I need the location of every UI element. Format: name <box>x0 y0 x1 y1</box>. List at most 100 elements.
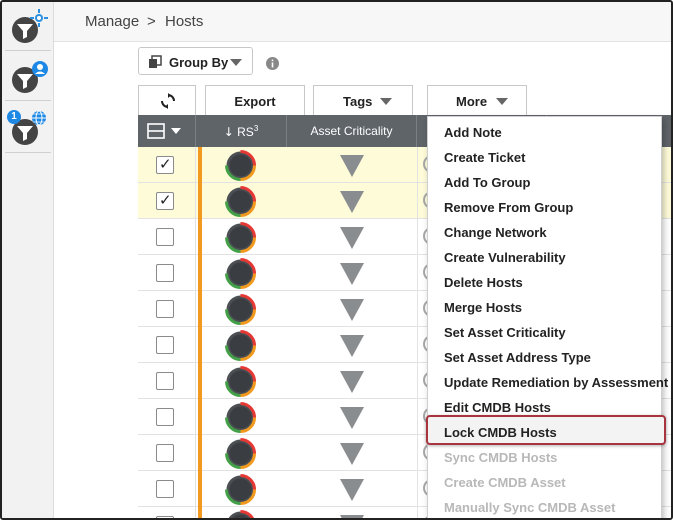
risk-score-badge <box>225 294 256 325</box>
menu-item-sync-cmdb-hosts: Sync CMDB Hosts <box>428 444 661 469</box>
row-checkbox[interactable] <box>156 444 174 462</box>
filter-settings-button[interactable] <box>5 6 51 44</box>
filter-settings-icon <box>12 9 48 43</box>
risk-stripe <box>198 399 202 435</box>
menu-item-add-note[interactable]: Add Note <box>428 119 661 144</box>
sort-desc-icon: ↓ <box>223 125 234 139</box>
row-checkbox[interactable] <box>156 408 174 426</box>
row-select-cell <box>138 327 196 363</box>
risk-stripe <box>198 291 202 327</box>
menu-item-label: Edit CMDB Hosts <box>444 400 551 415</box>
row-select-cell <box>138 435 196 471</box>
breadcrumb-manage[interactable]: Manage <box>85 13 139 30</box>
menu-item-label: Merge Hosts <box>444 300 523 315</box>
menu-item-label: Create Ticket <box>444 150 526 165</box>
row-select-cell <box>138 255 196 291</box>
menu-item-label: Add Note <box>444 125 502 140</box>
menu-item-label: Manually Sync CMDB Asset <box>444 500 616 515</box>
row-checkbox[interactable] <box>156 191 174 210</box>
tags-label: Tags <box>343 94 373 109</box>
row-checkbox[interactable] <box>156 228 174 246</box>
left-rail: 1 <box>2 2 54 518</box>
menu-item-create-ticket[interactable]: Create Ticket <box>428 144 661 169</box>
chevron-down-icon <box>380 98 392 105</box>
row-checkbox[interactable] <box>156 264 174 282</box>
menu-item-create-cmdb-asset: Create CMDB Asset <box>428 469 661 494</box>
asset-criticality-header[interactable]: Asset Criticality <box>287 115 417 147</box>
rs-column-header[interactable]: ↓ RS3 <box>196 115 287 147</box>
menu-item-label: Remove From Group <box>444 200 574 215</box>
menu-item-label: Lock CMDB Hosts <box>444 425 557 440</box>
row-select-cell <box>138 399 196 435</box>
filter-globe-button[interactable]: 1 <box>5 110 51 148</box>
rs-header-sup: 3 <box>253 124 259 133</box>
menu-item-lock-cmdb-hosts[interactable]: Lock CMDB Hosts <box>426 415 666 445</box>
risk-score-badge <box>225 402 256 433</box>
criticality-triangle-icon <box>340 515 364 518</box>
risk-stripe <box>198 471 202 507</box>
menu-item-label: Update Remediation by Assessment <box>444 375 669 390</box>
criticality-triangle-icon <box>340 263 364 285</box>
risk-score-ring-icon <box>225 222 256 253</box>
row-checkbox[interactable] <box>156 336 174 354</box>
export-label: Export <box>234 94 276 109</box>
tags-dropdown-button[interactable]: Tags <box>313 85 413 115</box>
group-by-dropdown[interactable]: Group By <box>138 47 253 75</box>
criticality-triangle-icon <box>340 227 364 249</box>
menu-item-delete-hosts[interactable]: Delete Hosts <box>428 269 661 294</box>
menu-item-label: Set Asset Criticality <box>444 325 566 340</box>
risk-stripe <box>198 255 202 291</box>
select-all-column[interactable] <box>138 115 196 147</box>
risk-score-ring-icon <box>225 366 256 397</box>
more-dropdown-button[interactable]: More <box>427 85 527 115</box>
row-select-cell <box>138 147 196 183</box>
menu-item-remove-from-group[interactable]: Remove From Group <box>428 194 661 219</box>
criticality-triangle-icon <box>340 191 364 213</box>
risk-score-badge <box>225 330 256 361</box>
refresh-button[interactable] <box>138 85 196 115</box>
filter-user-icon <box>12 61 48 93</box>
rail-divider <box>5 152 51 153</box>
rail-divider <box>5 100 51 101</box>
row-checkbox[interactable] <box>156 372 174 390</box>
risk-score-ring-icon <box>225 258 256 289</box>
rail-divider <box>5 50 51 51</box>
risk-score-badge <box>225 258 256 289</box>
rs-header-label: RS <box>237 125 254 139</box>
row-checkbox[interactable] <box>156 516 174 518</box>
row-select-cell <box>138 291 196 327</box>
risk-score-ring-icon <box>225 438 256 469</box>
menu-item-add-to-group[interactable]: Add To Group <box>428 169 661 194</box>
filter-user-button[interactable] <box>5 60 51 98</box>
row-select-cell <box>138 363 196 399</box>
asset-criticality-label: Asset Criticality <box>310 124 393 138</box>
menu-item-change-network[interactable]: Change Network <box>428 219 661 244</box>
row-checkbox[interactable] <box>156 300 174 318</box>
risk-score-ring-icon <box>225 402 256 433</box>
menu-item-label: Sync CMDB Hosts <box>444 450 558 465</box>
more-label: More <box>456 94 488 109</box>
row-checkbox[interactable] <box>156 155 174 174</box>
menu-item-set-asset-criticality[interactable]: Set Asset Criticality <box>428 319 661 344</box>
criticality-triangle-icon <box>340 299 364 321</box>
risk-stripe <box>198 327 202 363</box>
row-select-cell <box>138 507 196 518</box>
info-icon[interactable] <box>266 57 279 70</box>
risk-score-ring-icon <box>225 294 256 325</box>
risk-score-badge <box>225 150 256 181</box>
row-checkbox[interactable] <box>156 480 174 498</box>
risk-score-ring-icon <box>225 330 256 361</box>
menu-item-label: Create CMDB Asset <box>444 475 566 490</box>
menu-item-update-remediation-by-assessment[interactable]: Update Remediation by Assessment <box>428 369 668 394</box>
menu-item-merge-hosts[interactable]: Merge Hosts <box>428 294 661 319</box>
group-by-icon <box>149 55 162 68</box>
risk-stripe <box>198 507 202 518</box>
menu-item-create-vulnerability[interactable]: Create Vulnerability <box>428 244 661 269</box>
breadcrumb-hosts: Hosts <box>165 13 204 30</box>
breadcrumb-separator: > <box>147 13 156 30</box>
chevron-down-icon <box>171 128 181 134</box>
risk-stripe <box>198 363 202 399</box>
risk-score-badge <box>225 510 256 518</box>
menu-item-set-asset-address-type[interactable]: Set Asset Address Type <box>428 344 661 369</box>
export-button[interactable]: Export <box>205 85 305 115</box>
